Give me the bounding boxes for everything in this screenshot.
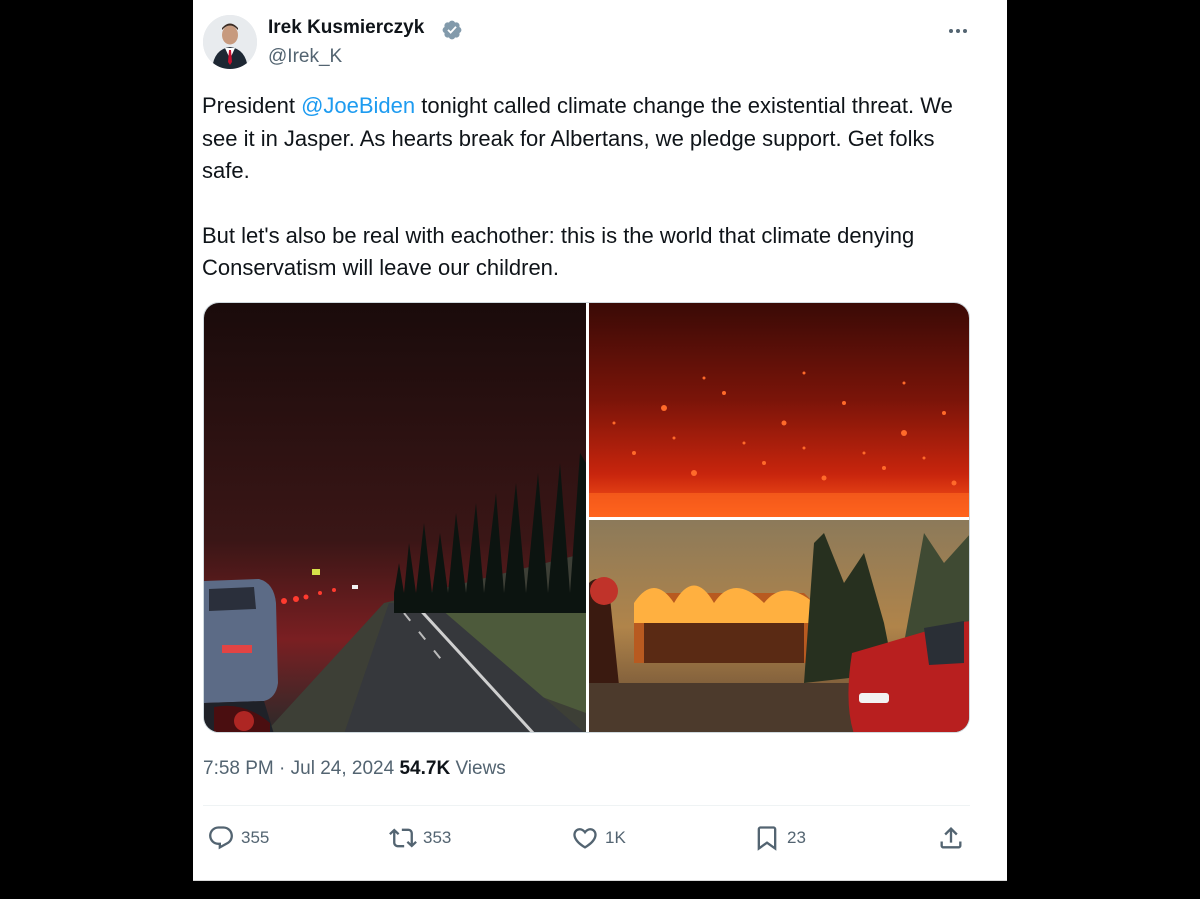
heart-icon [573, 828, 597, 849]
burning-building-photo[interactable] [589, 520, 970, 733]
tweet-paragraph-1: President @JoeBiden tonight called clima… [202, 90, 962, 188]
tweet-time[interactable]: 7:58 PM [203, 758, 274, 779]
highway-night-photo[interactable] [204, 303, 586, 733]
tweet-paragraph-2: But let's also be real with eachother: t… [202, 222, 915, 281]
repost-button[interactable]: 353 [389, 822, 451, 854]
wildfire-embers-photo[interactable] [589, 303, 970, 517]
card-bottom-border [193, 880, 1007, 881]
views-count: 54.7K [399, 758, 451, 779]
reply-icon [209, 826, 233, 850]
more-options-icon[interactable] [941, 18, 975, 44]
views-label: Views [450, 758, 506, 779]
share-button[interactable] [937, 822, 971, 854]
author-name[interactable]: Irek Kusmierczyk [268, 17, 424, 39]
tweet-text-part: President [202, 93, 302, 118]
like-button[interactable]: 1K [571, 822, 626, 854]
reply-count: 355 [241, 828, 270, 847]
reply-button[interactable]: 355 [207, 822, 269, 854]
divider [203, 805, 970, 806]
avatar-image [203, 15, 257, 69]
tweet-text: President @JoeBiden tonight called clima… [202, 90, 962, 285]
separator: · [273, 758, 291, 779]
repost-count: 353 [423, 828, 452, 847]
tweet-card: Irek Kusmierczyk @Irek_K President @JoeB… [193, 0, 1007, 881]
author-handle[interactable]: @Irek_K [268, 46, 342, 68]
repost-icon [389, 828, 417, 848]
tweet-timestamp: 7:58 PM · Jul 24, 2024 54.7K Views [203, 758, 506, 780]
verified-badge-icon[interactable] [441, 19, 463, 41]
like-count: 1K [605, 828, 626, 847]
share-icon [940, 827, 962, 849]
bookmark-icon [757, 826, 777, 851]
avatar[interactable] [203, 15, 257, 69]
mention-link[interactable]: @JoeBiden [301, 93, 415, 118]
bookmark-button[interactable]: 23 [753, 822, 806, 854]
media-grid [203, 302, 970, 733]
tweet-date[interactable]: Jul 24, 2024 [291, 758, 395, 779]
bookmark-count: 23 [787, 828, 806, 847]
